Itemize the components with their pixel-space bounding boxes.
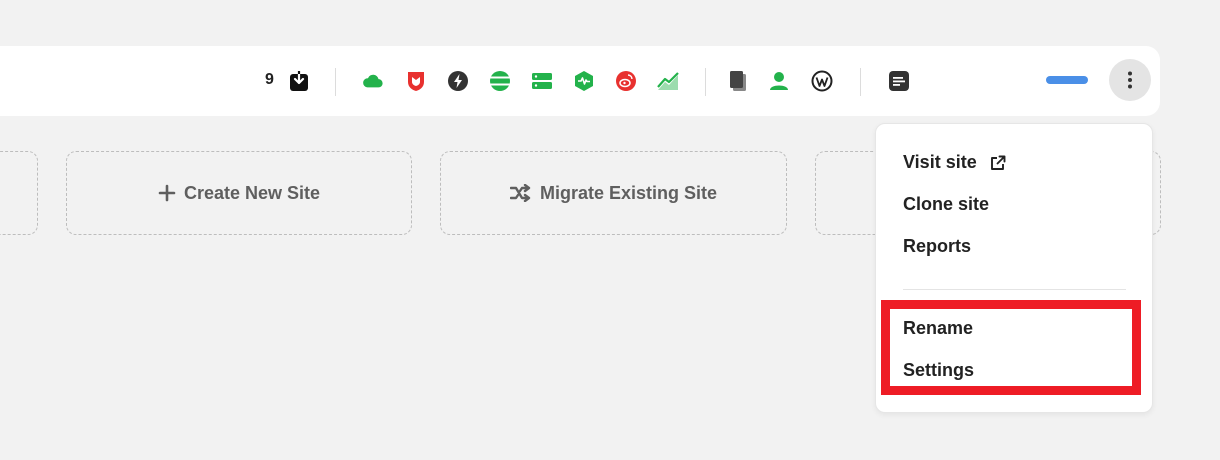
lightning-icon[interactable] [447, 70, 469, 92]
loading-indicator [1046, 76, 1088, 84]
weibo-icon[interactable] [615, 70, 637, 92]
menu-item-clone-site[interactable]: Clone site [903, 194, 989, 215]
plus-icon [158, 184, 176, 202]
download-count: 9 [265, 71, 274, 88]
migrate-existing-site-label: Migrate Existing Site [539, 182, 718, 203]
menu-item-label: Visit site [903, 152, 977, 172]
database-icon[interactable] [489, 70, 511, 92]
toolbar-divider [705, 68, 706, 96]
more-vertical-icon [1128, 71, 1132, 89]
migrate-existing-site-button[interactable]: Migrate Existing Site [440, 151, 787, 235]
external-link-icon [990, 155, 1006, 170]
site-card-partial[interactable] [0, 151, 38, 235]
cloud-icon[interactable] [362, 70, 384, 92]
more-options-menu: Visit site Clone site Reports Rename Set… [875, 123, 1153, 413]
toolbar-divider [335, 68, 336, 96]
menu-divider [903, 289, 1126, 290]
shield-icon[interactable] [405, 70, 427, 92]
server-icon[interactable] [531, 70, 553, 92]
copy-icon[interactable] [727, 70, 749, 92]
wordpress-icon[interactable] [811, 70, 833, 92]
create-new-site-button[interactable]: Create New Site [66, 151, 412, 235]
toolbar: 9 [0, 46, 1160, 116]
highlight-box [881, 300, 1141, 395]
more-options-button[interactable] [1109, 59, 1151, 101]
create-new-site-label: Create New Site [183, 182, 321, 203]
trend-chart-icon[interactable] [657, 70, 679, 92]
activity-icon[interactable] [573, 70, 595, 92]
toolbar-divider [860, 68, 861, 96]
user-icon[interactable] [768, 70, 790, 92]
notes-icon[interactable] [888, 70, 910, 92]
download-icon[interactable] [288, 70, 310, 92]
menu-item-reports[interactable]: Reports [903, 236, 971, 257]
menu-item-visit-site[interactable]: Visit site [903, 152, 1007, 173]
shuffle-icon [509, 184, 531, 202]
